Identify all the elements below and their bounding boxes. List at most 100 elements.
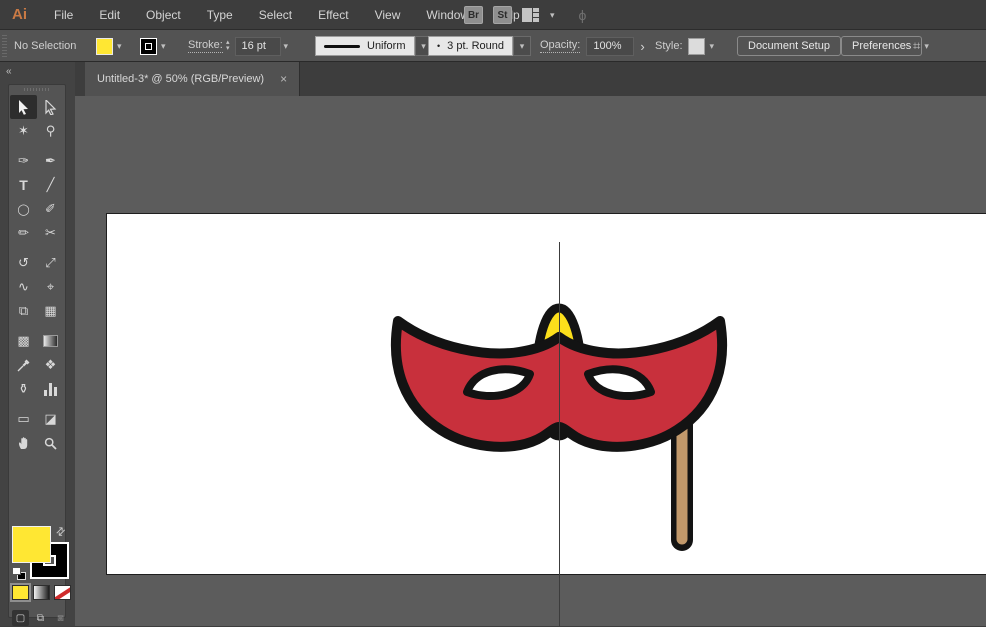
document-tab[interactable]: Untitled-3* @ 50% (RGB/Preview) × bbox=[85, 62, 300, 96]
pen-tool[interactable]: ✒ bbox=[37, 149, 64, 173]
stroke-stepper[interactable]: ▴▾ bbox=[226, 40, 230, 52]
column-graph-tool[interactable] bbox=[37, 377, 64, 401]
selection-arrow-icon bbox=[17, 100, 30, 115]
eyedropper-icon bbox=[17, 359, 30, 372]
direct-selection-arrow-icon bbox=[44, 100, 57, 115]
menu-file[interactable]: File bbox=[41, 0, 86, 30]
fill-color-swatch[interactable] bbox=[96, 38, 113, 55]
lasso-tool[interactable]: ⚲ bbox=[37, 119, 64, 143]
menu-select[interactable]: Select bbox=[246, 0, 305, 30]
bridge-button[interactable]: Br bbox=[464, 6, 483, 24]
control-bar: No Selection ▾ ▾ Stroke: ▴▾ 16 pt ▾ Unif… bbox=[0, 30, 986, 62]
mesh-tool[interactable]: ▩ bbox=[10, 329, 37, 353]
opacity-label[interactable]: Opacity: bbox=[540, 39, 580, 53]
blend-tool[interactable]: ❖ bbox=[37, 353, 64, 377]
sync-power-icon: ϕ bbox=[579, 7, 587, 23]
draw-behind-icon[interactable]: ⧉ bbox=[32, 610, 49, 626]
fill-indicator[interactable] bbox=[12, 526, 51, 563]
gradient-tool[interactable] bbox=[37, 329, 64, 353]
menu-bar: Ai File Edit Object Type Select Effect V… bbox=[0, 0, 986, 30]
menu-type[interactable]: Type bbox=[194, 0, 246, 30]
zoom-tool[interactable] bbox=[37, 431, 64, 455]
scale-tool[interactable]: ⤢ bbox=[37, 251, 64, 275]
stroke-chevron-icon[interactable]: ▾ bbox=[161, 41, 166, 52]
type-tool[interactable]: T bbox=[10, 173, 37, 197]
style-label: Style: bbox=[655, 40, 683, 52]
gradient-chip-icon bbox=[43, 335, 58, 347]
workspace-switcher-icon[interactable] bbox=[522, 8, 540, 22]
artboard-tool[interactable]: ▭ bbox=[10, 407, 37, 431]
perspective-grid-tool[interactable]: ▦ bbox=[37, 299, 64, 323]
brush-definition-dropdown[interactable]: • 3 pt. Round bbox=[428, 36, 513, 56]
opacity-input[interactable]: 100% bbox=[586, 37, 634, 56]
menu-edit[interactable]: Edit bbox=[86, 0, 133, 30]
draw-inside-icon: ◙ bbox=[52, 610, 69, 626]
slice-tool[interactable]: ◪ bbox=[37, 407, 64, 431]
fill-chevron-icon[interactable]: ▾ bbox=[117, 41, 122, 52]
none-button[interactable] bbox=[54, 585, 71, 600]
workspace-chevron-icon[interactable]: ▾ bbox=[550, 10, 555, 21]
ellipse-tool[interactable]: ◯ bbox=[10, 197, 37, 221]
width-tool[interactable]: ∿ bbox=[10, 275, 37, 299]
shape-builder-tool[interactable]: ⧉ bbox=[10, 299, 37, 323]
mask-artwork[interactable] bbox=[106, 213, 986, 575]
puppet-warp-tool[interactable]: ⌖ bbox=[37, 275, 64, 299]
color-button[interactable] bbox=[12, 585, 29, 600]
hand-tool[interactable] bbox=[10, 431, 37, 455]
gradient-button[interactable] bbox=[33, 585, 50, 600]
select-similar-chevron-icon[interactable]: ▾ bbox=[924, 41, 929, 52]
brush-chevron-icon[interactable]: ▾ bbox=[513, 36, 531, 56]
selection-tool[interactable] bbox=[10, 95, 37, 119]
column-graph-icon bbox=[44, 383, 57, 396]
opacity-expand-icon[interactable]: › bbox=[640, 39, 644, 54]
width-profile-preview bbox=[324, 45, 360, 48]
paintbrush-tool[interactable]: ✐ bbox=[37, 197, 64, 221]
preferences-button[interactable]: Preferences bbox=[841, 36, 922, 56]
style-chevron-icon[interactable]: ▾ bbox=[710, 41, 715, 52]
menu-view[interactable]: View bbox=[362, 0, 414, 30]
pencil-tool[interactable]: ✏ bbox=[10, 221, 37, 245]
line-segment-tool[interactable]: ╱ bbox=[37, 173, 64, 197]
rotate-tool[interactable]: ↺ bbox=[10, 251, 37, 275]
selection-status: No Selection bbox=[14, 30, 76, 62]
stroke-weight-input[interactable]: 16 pt bbox=[235, 37, 281, 56]
stock-button[interactable]: St bbox=[493, 6, 512, 24]
stroke-color-swatch[interactable] bbox=[140, 38, 157, 55]
collapse-panel-icon[interactable]: « bbox=[6, 66, 11, 77]
select-similar-icon[interactable]: ⌗ bbox=[913, 38, 918, 54]
canvas-area[interactable] bbox=[75, 96, 986, 626]
magic-wand-tool[interactable]: ✶ bbox=[10, 119, 37, 143]
draw-normal-icon[interactable]: ▢ bbox=[12, 610, 29, 626]
stroke-label[interactable]: Stroke: bbox=[188, 39, 223, 53]
document-setup-button[interactable]: Document Setup bbox=[737, 36, 841, 56]
control-bar-grip[interactable] bbox=[2, 34, 7, 57]
illustrator-logo: Ai bbox=[0, 6, 41, 23]
tools-dock: « ✶ ⚲ ✑ ✒ T bbox=[0, 62, 75, 626]
center-guide-line bbox=[559, 242, 560, 626]
scissors-tool[interactable]: ✂ bbox=[37, 221, 64, 245]
curvature-tool[interactable]: ✑ bbox=[10, 149, 37, 173]
artboard[interactable] bbox=[106, 213, 986, 575]
symbol-sprayer-tool[interactable]: ⚱ bbox=[10, 377, 37, 401]
stroke-weight-chevron-icon[interactable]: ▾ bbox=[284, 41, 289, 52]
left-eye-hole bbox=[467, 369, 530, 396]
direct-selection-tool[interactable] bbox=[37, 95, 64, 119]
default-fill-stroke-icon[interactable] bbox=[12, 567, 26, 580]
tab-close-icon[interactable]: × bbox=[280, 72, 287, 86]
right-eye-hole bbox=[588, 369, 651, 396]
style-swatch[interactable] bbox=[688, 38, 705, 55]
color-mode-row bbox=[12, 585, 71, 600]
eyedropper-tool[interactable] bbox=[10, 353, 37, 377]
menu-object[interactable]: Object bbox=[133, 0, 194, 30]
brush-dot-preview: • bbox=[437, 41, 440, 51]
tools-panel-grip[interactable] bbox=[9, 85, 65, 94]
fill-stroke-cluster: ⇄ bbox=[9, 523, 67, 585]
hand-icon bbox=[17, 436, 31, 450]
variable-width-profile-dropdown[interactable]: Uniform bbox=[315, 36, 415, 56]
document-tab-bar: Untitled-3* @ 50% (RGB/Preview) × bbox=[75, 62, 986, 96]
drawing-modes-row: ▢ ⧉ ◙ bbox=[12, 610, 69, 626]
menu-effect[interactable]: Effect bbox=[305, 0, 361, 30]
tools-panel: ✶ ⚲ ✑ ✒ T ╱ ◯ ✐ ✏ ✂ ↺ ⤢ ∿ ⌖ ⧉ ▦ bbox=[8, 84, 66, 618]
document-tab-title: Untitled-3* @ 50% (RGB/Preview) bbox=[97, 73, 264, 85]
swap-fill-stroke-icon[interactable]: ⇄ bbox=[53, 524, 69, 540]
